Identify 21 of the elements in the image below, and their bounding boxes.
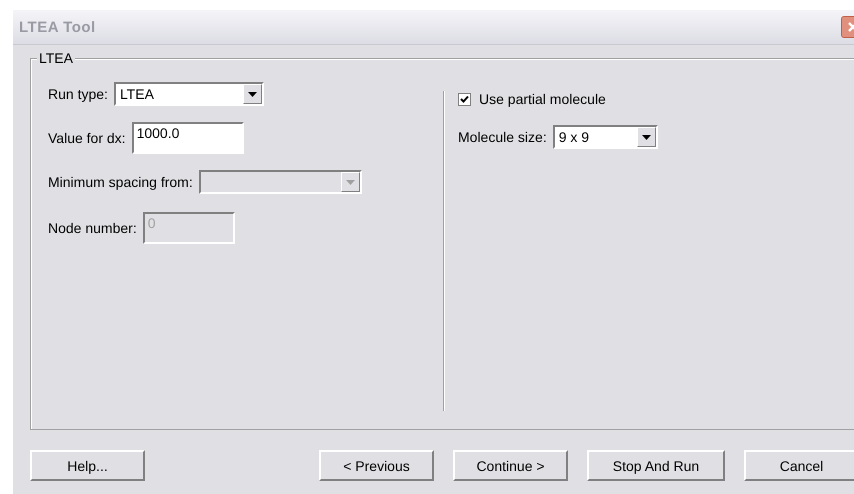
dialog-button[interactable]: < Previous xyxy=(319,450,434,481)
field-label: Node number: xyxy=(48,220,137,236)
caret-icon xyxy=(642,134,651,140)
checkbox-label: Use partial molecule xyxy=(479,91,606,107)
dialog-button[interactable]: Help... xyxy=(30,450,145,481)
field-label: Molecule size: xyxy=(458,129,547,145)
run-type-dropdown[interactable]: LTEA xyxy=(114,82,264,106)
checkmark-icon xyxy=(460,94,469,104)
group-title: LTEA xyxy=(37,50,75,66)
dialog-button[interactable]: Stop And Run xyxy=(587,450,725,481)
window-title: LTEA Tool xyxy=(18,18,96,36)
dx-input-field[interactable]: 1000.0 xyxy=(132,122,244,154)
caret-icon xyxy=(346,180,355,184)
caret-icon xyxy=(248,92,257,96)
field-label: Minimum spacing from: xyxy=(48,174,193,190)
checkbox[interactable] xyxy=(458,92,471,106)
field-label: Run type: xyxy=(48,86,108,102)
field-label: Value for dx: xyxy=(48,130,126,146)
molecule-size-dropdown[interactable]: 9 x 9 xyxy=(552,125,658,149)
dialog-button[interactable]: Cancel xyxy=(744,450,854,481)
dialog-button[interactable]: Continue > xyxy=(453,450,568,481)
